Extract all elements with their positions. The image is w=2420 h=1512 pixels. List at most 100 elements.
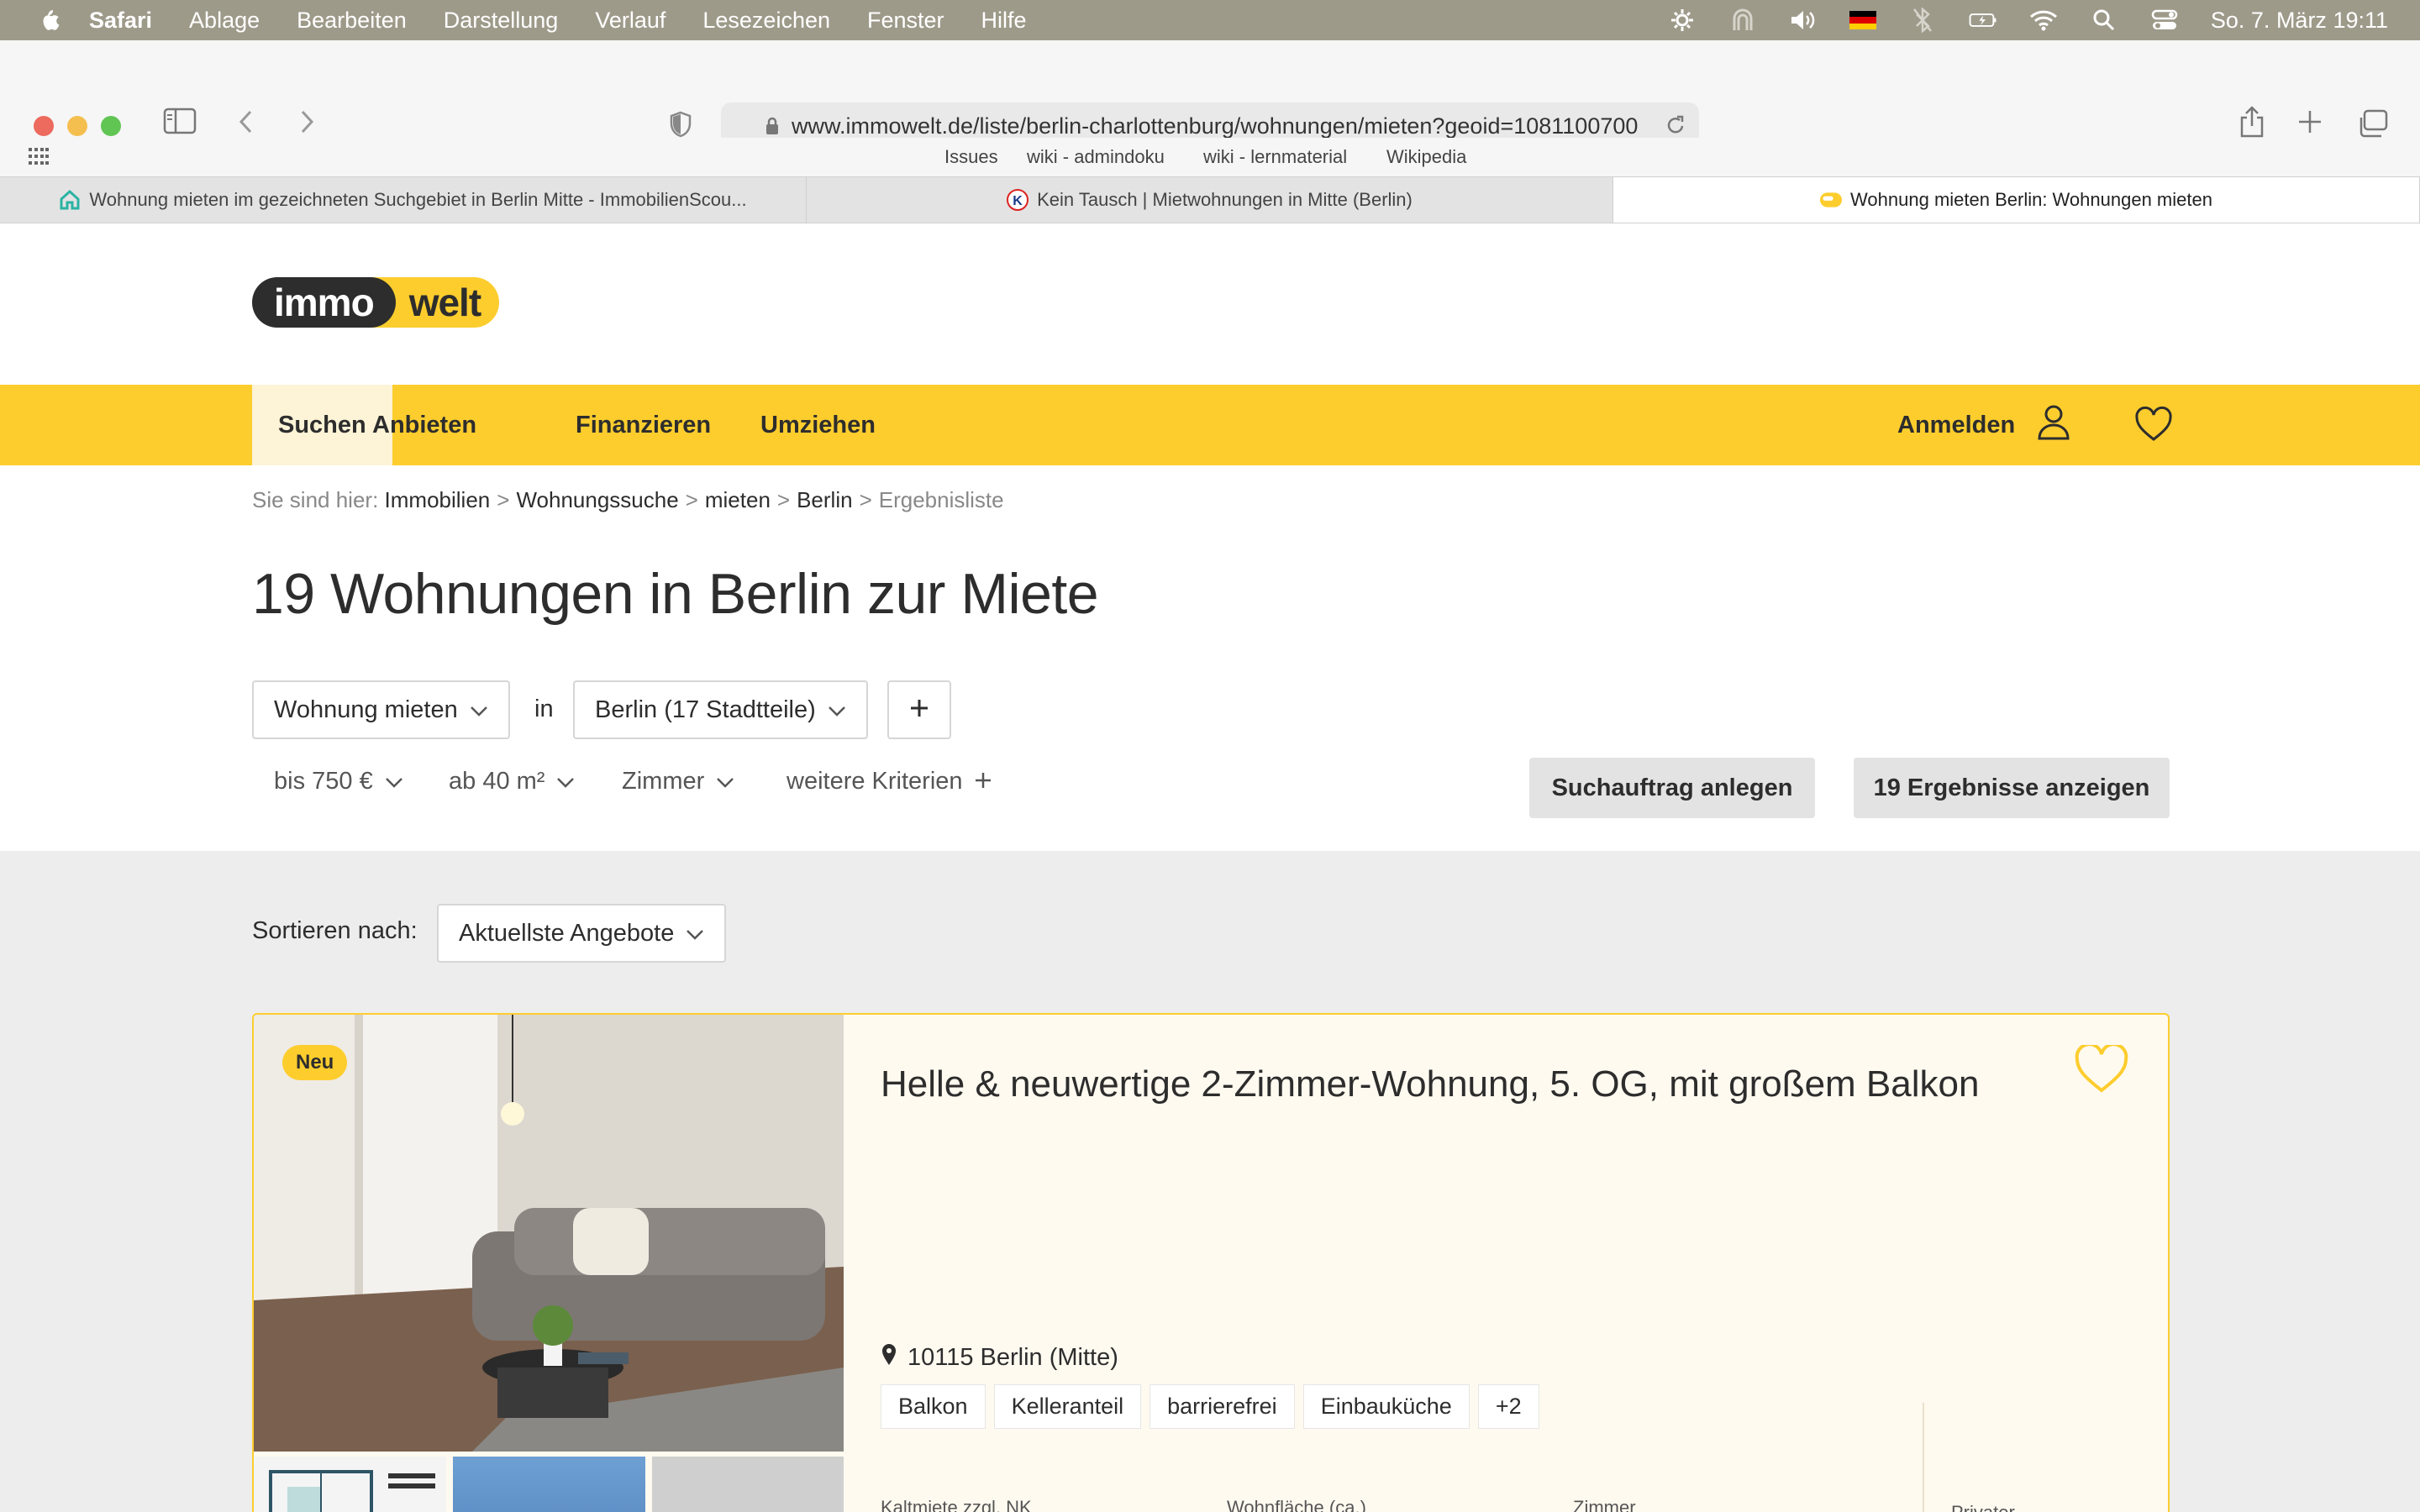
favorites-bar: Issues wiki - admindoku wiki - lernmater… xyxy=(0,138,2420,176)
spotlight-search-icon[interactable] xyxy=(2090,8,2118,33)
favorite-wiki-lernmaterial[interactable]: wiki - lernmaterial xyxy=(1203,146,1347,168)
login-label: Anmelden xyxy=(1897,411,2016,438)
menu-safari[interactable]: Safari xyxy=(89,8,152,34)
wifi-icon[interactable] xyxy=(2029,8,2058,33)
close-window-button[interactable] xyxy=(34,116,54,136)
listing-title[interactable]: Helle & neuwertige 2-Zimmer-Wohnung, 5. … xyxy=(881,1063,1979,1105)
building-thumbnail[interactable] xyxy=(453,1457,645,1512)
control-center-icon[interactable] xyxy=(2150,8,2179,33)
location-text: 10115 Berlin (Mitte) xyxy=(908,1343,1118,1371)
breadcrumb-mieten[interactable]: mieten xyxy=(705,487,771,512)
tab-overview-icon[interactable] xyxy=(2358,109,2388,138)
listing-photo[interactable]: Neu xyxy=(254,1015,844,1452)
floorplan-thumbnail[interactable] xyxy=(254,1457,446,1512)
chevron-down-icon xyxy=(470,696,488,724)
privacy-shield-icon[interactable] xyxy=(669,111,692,138)
save-search-button[interactable]: Suchauftrag anlegen xyxy=(1529,758,1815,818)
tab-title: Wohnung mieten Berlin: Wohnungen mieten xyxy=(1850,189,2212,210)
menu-fenster[interactable]: Fenster xyxy=(867,8,944,34)
listing-tags: Balkon Kelleranteil barrierefrei Einbauk… xyxy=(881,1384,1539,1429)
nav-anbieten[interactable]: Anbieten xyxy=(346,385,502,465)
apple-menu-icon[interactable] xyxy=(37,7,60,34)
tag-einbaukueche: Einbauküche xyxy=(1302,1384,1470,1429)
tab-kein-tausch[interactable]: K Kein Tausch | Mietwohnungen in Mitte (… xyxy=(807,177,1613,223)
k-logo-icon: K xyxy=(1007,189,1029,211)
breadcrumb-prefix: Sie sind hier: xyxy=(252,487,379,512)
sort-label: Sortieren nach: xyxy=(252,917,418,944)
more-criteria-label: weitere Kriterien xyxy=(786,767,963,795)
back-chevron-icon[interactable] xyxy=(237,109,255,134)
breadcrumb-current: Ergebnisliste xyxy=(878,487,1004,512)
listing-card[interactable]: Neu Helle & neuwertige 2-Zimmer-Wohnung,… xyxy=(252,1013,2170,1512)
chevron-down-icon xyxy=(556,768,575,795)
in-label: in xyxy=(534,696,554,722)
battery-charging-icon[interactable] xyxy=(1969,8,1997,33)
minimize-window-button[interactable] xyxy=(67,116,87,136)
forward-chevron-icon[interactable] xyxy=(297,109,316,134)
menu-hilfe[interactable]: Hilfe xyxy=(981,8,1027,34)
sidebar-toggle-icon[interactable] xyxy=(163,108,197,134)
menubar-clock[interactable]: So. 7. März 19:11 xyxy=(2211,8,2388,34)
price-filter-label: bis 750 € xyxy=(274,767,373,795)
tab-title: Wohnung mieten im gezeichneten Suchgebie… xyxy=(89,189,747,210)
volume-icon[interactable] xyxy=(1789,8,1818,33)
sort-value: Aktuellste Angebote xyxy=(459,919,675,947)
gear-status-icon[interactable] xyxy=(1668,8,1697,33)
url-text: www.immowelt.de/liste/berlin-charlottenb… xyxy=(792,113,1639,139)
area-filter[interactable]: ab 40 m² xyxy=(449,758,575,805)
menu-lesezeichen[interactable]: Lesezeichen xyxy=(702,8,830,34)
more-photos-thumbnail[interactable] xyxy=(651,1457,844,1512)
nav-finanzieren[interactable]: Finanzieren xyxy=(550,385,737,465)
tab-immowelt[interactable]: Wohnung mieten Berlin: Wohnungen mieten xyxy=(1613,177,2420,223)
menu-bearbeiten[interactable]: Bearbeiten xyxy=(297,8,407,34)
breadcrumb-immobilien[interactable]: Immobilien xyxy=(385,487,491,512)
share-icon[interactable] xyxy=(2238,106,2265,138)
menu-ablage[interactable]: Ablage xyxy=(189,8,260,34)
location-value: Berlin (17 Stadtteile) xyxy=(595,696,816,723)
chevron-down-icon xyxy=(686,920,704,948)
tag-barrierefrei: barrierefrei xyxy=(1150,1384,1295,1429)
show-results-button[interactable]: 19 Ergebnisse anzeigen xyxy=(1854,758,2170,818)
tab-bar: Wohnung mieten im gezeichneten Suchgebie… xyxy=(0,176,2420,223)
save-listing-heart-icon[interactable] xyxy=(2074,1042,2129,1098)
vpn-status-icon[interactable] xyxy=(1728,8,1757,33)
property-type-value: Wohnung mieten xyxy=(274,696,458,723)
favorites-heart-icon[interactable] xyxy=(2134,406,2173,446)
tab-title: Kein Tausch | Mietwohnungen in Mitte (Be… xyxy=(1037,189,1413,210)
login-button[interactable]: Anmelden xyxy=(1897,385,2070,465)
favorite-wikipedia[interactable]: Wikipedia xyxy=(1386,146,1466,168)
immowelt-favicon xyxy=(1820,189,1843,211)
tag-kelleranteil: Kelleranteil xyxy=(993,1384,1142,1429)
bluetooth-off-icon[interactable] xyxy=(1908,8,1937,33)
chevron-down-icon xyxy=(716,768,734,795)
price-filter[interactable]: bis 750 € xyxy=(274,758,403,805)
new-badge: Neu xyxy=(282,1045,348,1080)
menu-darstellung[interactable]: Darstellung xyxy=(444,8,559,34)
tag-more[interactable]: +2 xyxy=(1477,1384,1539,1429)
web-page: immo welt Suchen Anbieten Finanzieren Um… xyxy=(0,223,2420,1512)
rooms-filter[interactable]: Zimmer xyxy=(622,758,734,805)
zoom-window-button[interactable] xyxy=(101,116,121,136)
new-tab-plus-icon[interactable] xyxy=(2297,109,2323,134)
more-criteria-filter[interactable]: weitere Kriterien xyxy=(786,758,992,805)
breadcrumb-wohnungssuche[interactable]: Wohnungssuche xyxy=(516,487,678,512)
favorite-wiki-admindoku[interactable]: wiki - admindoku xyxy=(1027,146,1165,168)
rooms-filter-label: Zimmer xyxy=(622,767,705,795)
property-type-select[interactable]: Wohnung mieten xyxy=(252,680,510,739)
sort-select[interactable]: Aktuellste Angebote xyxy=(437,904,727,963)
chevron-down-icon xyxy=(385,768,403,795)
favorites-grid-icon[interactable] xyxy=(29,148,49,170)
stat-label-zimmer: Zimmer xyxy=(1573,1497,1636,1512)
location-select[interactable]: Berlin (17 Stadtteile) xyxy=(573,680,868,739)
immowelt-logo[interactable]: immo welt xyxy=(252,277,500,328)
add-location-button[interactable] xyxy=(887,680,951,739)
tab-immobilienscout[interactable]: Wohnung mieten im gezeichneten Suchgebie… xyxy=(0,177,807,223)
chevron-down-icon xyxy=(828,696,846,724)
german-flag-icon[interactable] xyxy=(1849,11,1876,29)
menu-verlauf[interactable]: Verlauf xyxy=(595,8,666,34)
nav-umziehen[interactable]: Umziehen xyxy=(734,385,902,465)
area-filter-label: ab 40 m² xyxy=(449,767,545,795)
breadcrumb-berlin[interactable]: Berlin xyxy=(797,487,852,512)
favorite-issues[interactable]: Issues xyxy=(944,146,998,168)
plus-icon xyxy=(909,698,929,722)
